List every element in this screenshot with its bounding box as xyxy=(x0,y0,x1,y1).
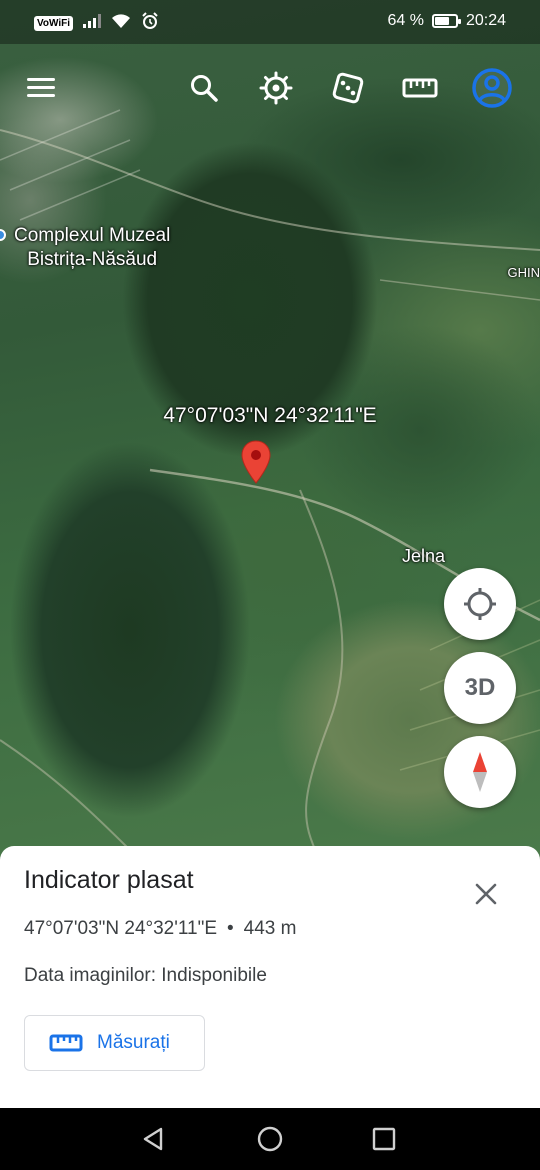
back-icon xyxy=(143,1127,163,1151)
account-icon xyxy=(472,68,512,108)
toggle-3d-button[interactable]: 3D xyxy=(444,652,516,724)
measure-button[interactable]: Măsurați xyxy=(24,1015,205,1071)
separator-dot: • xyxy=(227,918,234,939)
placemark-sheet: Indicator plasat 47°07'03"N 24°32'11"E •… xyxy=(0,846,540,1108)
status-bar: VoWiFi 64 % 20:24 xyxy=(0,0,540,44)
poi-label-text: Complexul Muzeal Bistrița-Năsăud xyxy=(14,225,171,270)
place-label-edge: GHIN xyxy=(507,265,540,280)
satellite-map[interactable] xyxy=(0,0,540,860)
imagery-date: Data imaginilor: Indisponibile xyxy=(24,965,267,986)
recents-icon xyxy=(372,1127,396,1151)
sheet-title: Indicator plasat xyxy=(24,866,194,894)
battery-percent: 64 % xyxy=(387,12,424,29)
alarm-icon xyxy=(141,12,159,35)
ruler-icon xyxy=(402,78,438,98)
menu-icon xyxy=(27,78,55,97)
my-location-button[interactable] xyxy=(444,568,516,640)
sheet-location-line: 47°07'03"N 24°32'11"E • 443 m xyxy=(24,918,296,940)
system-nav-bar xyxy=(0,1108,540,1170)
toggle-3d-label: 3D xyxy=(464,674,496,701)
vowifi-indicator: VoWiFi xyxy=(34,16,74,31)
battery-icon xyxy=(431,14,461,28)
marker-coordinates-label: 47°07'03"N 24°32'11"E xyxy=(163,404,377,427)
measure-button-top[interactable] xyxy=(392,60,448,116)
poi-label[interactable]: Complexul Muzeal Bistrița-Năsăud xyxy=(14,224,170,272)
place-label-jelna[interactable]: Jelna xyxy=(402,546,445,567)
map-roads xyxy=(0,109,540,860)
sheet-elevation: 443 m xyxy=(243,918,297,939)
top-toolbar xyxy=(0,60,540,116)
home-icon xyxy=(257,1126,283,1152)
search-button[interactable] xyxy=(176,60,232,116)
close-button[interactable] xyxy=(466,874,506,914)
close-icon xyxy=(475,883,497,905)
compass-button[interactable] xyxy=(444,736,516,808)
measure-button-label: Măsurați xyxy=(97,1032,170,1053)
compass-icon xyxy=(473,752,487,792)
dice-icon xyxy=(332,72,364,104)
account-button[interactable] xyxy=(464,60,520,116)
home-button[interactable] xyxy=(253,1122,287,1156)
my-location-icon xyxy=(464,588,496,620)
menu-button[interactable] xyxy=(14,60,70,116)
signal-icon xyxy=(83,14,102,33)
recents-button[interactable] xyxy=(367,1122,401,1156)
wifi-icon xyxy=(111,13,131,34)
clock: 20:24 xyxy=(465,12,506,29)
ruler-icon xyxy=(49,1034,83,1052)
placemark-pin-icon[interactable] xyxy=(241,440,271,489)
search-icon xyxy=(191,75,218,102)
sheet-coordinates: 47°07'03"N 24°32'11"E xyxy=(24,918,218,939)
back-button[interactable] xyxy=(137,1122,171,1156)
voyager-icon xyxy=(259,71,293,105)
voyager-button[interactable] xyxy=(248,60,304,116)
feeling-lucky-button[interactable] xyxy=(320,60,376,116)
